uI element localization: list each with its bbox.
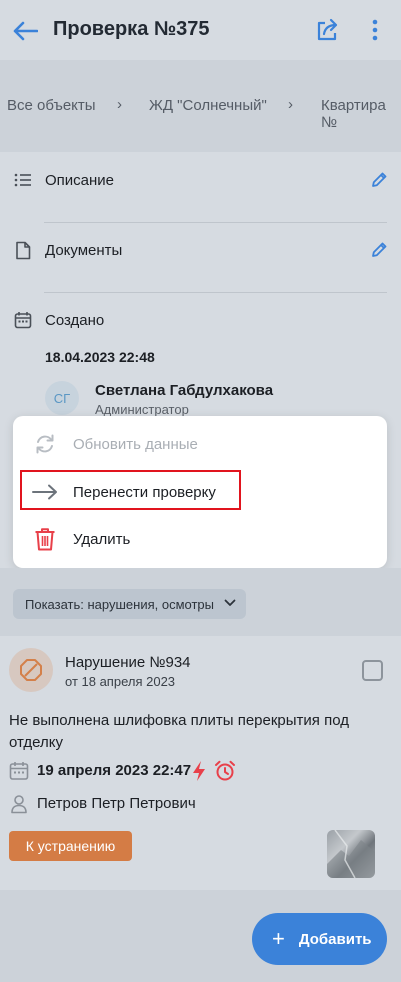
description-label[interactable]: Описание [45, 172, 114, 189]
violation-icon [9, 648, 53, 692]
calendar-icon [9, 762, 29, 780]
filter-label: Показать: нарушения, осмотры [25, 596, 214, 612]
app-header: Проверка №375 [0, 0, 401, 60]
back-button[interactable] [10, 16, 40, 46]
created-label: Создано [45, 312, 105, 329]
calendar-icon [13, 310, 33, 330]
more-vertical-icon [372, 19, 378, 41]
filter-dropdown[interactable]: Показать: нарушения, осмотры [13, 589, 246, 619]
list-icon [13, 170, 33, 190]
share-icon [317, 18, 338, 41]
violation-checkbox[interactable] [362, 660, 383, 681]
edit-documents-icon[interactable] [369, 240, 389, 260]
breadcrumb-separator-icon: › [117, 96, 122, 113]
avatar: СГ [45, 381, 79, 415]
photo-thumbnail[interactable] [327, 830, 375, 878]
user-role: Администратор [95, 402, 189, 417]
documents-label[interactable]: Документы [45, 242, 122, 259]
page-title: Проверка №375 [53, 18, 210, 40]
violation-date: от 18 апреля 2023 [65, 674, 176, 689]
divider [44, 222, 387, 223]
breadcrumb-separator-icon: › [288, 96, 293, 113]
created-date: 18.04.2023 22:48 [45, 349, 155, 365]
add-button[interactable]: + Добавить [252, 913, 387, 965]
breadcrumb-item[interactable]: ЖД "Солнечный" [149, 97, 267, 114]
person-icon [11, 795, 27, 814]
menu-item-refresh[interactable]: Обновить данные [13, 422, 387, 466]
menu-label-refresh: Обновить данные [73, 436, 198, 453]
refresh-icon [32, 431, 58, 457]
divider [44, 292, 387, 293]
share-button[interactable] [313, 15, 343, 45]
violation-title: Нарушение №934 [65, 654, 191, 671]
breadcrumb-item[interactable]: Квартира № [321, 97, 401, 131]
arrow-left-icon [13, 21, 38, 41]
violation-description: Не выполнена шлифовка плиты перекрытия п… [9, 712, 349, 751]
due-date: 19 апреля 2023 22:47 [37, 762, 192, 779]
breadcrumb-item[interactable]: Все объекты [7, 97, 96, 114]
user-name: Светлана Габдулхакова [95, 382, 274, 399]
trash-icon [32, 526, 58, 552]
more-button[interactable] [364, 15, 386, 45]
edit-description-icon[interactable] [369, 170, 389, 190]
alarm-clock-icon [215, 760, 235, 781]
highlight-box [20, 470, 241, 510]
add-button-label: Добавить [298, 930, 372, 948]
document-icon [13, 240, 33, 260]
menu-item-delete[interactable]: Удалить [13, 517, 387, 561]
urgent-bolt-icon [193, 761, 205, 781]
status-badge: К устранению [9, 831, 132, 861]
menu-label-delete: Удалить [73, 531, 131, 548]
plus-icon: + [272, 926, 285, 951]
assignee-name: Петров Петр Петрович [37, 795, 196, 812]
chevron-down-icon [224, 599, 236, 606]
